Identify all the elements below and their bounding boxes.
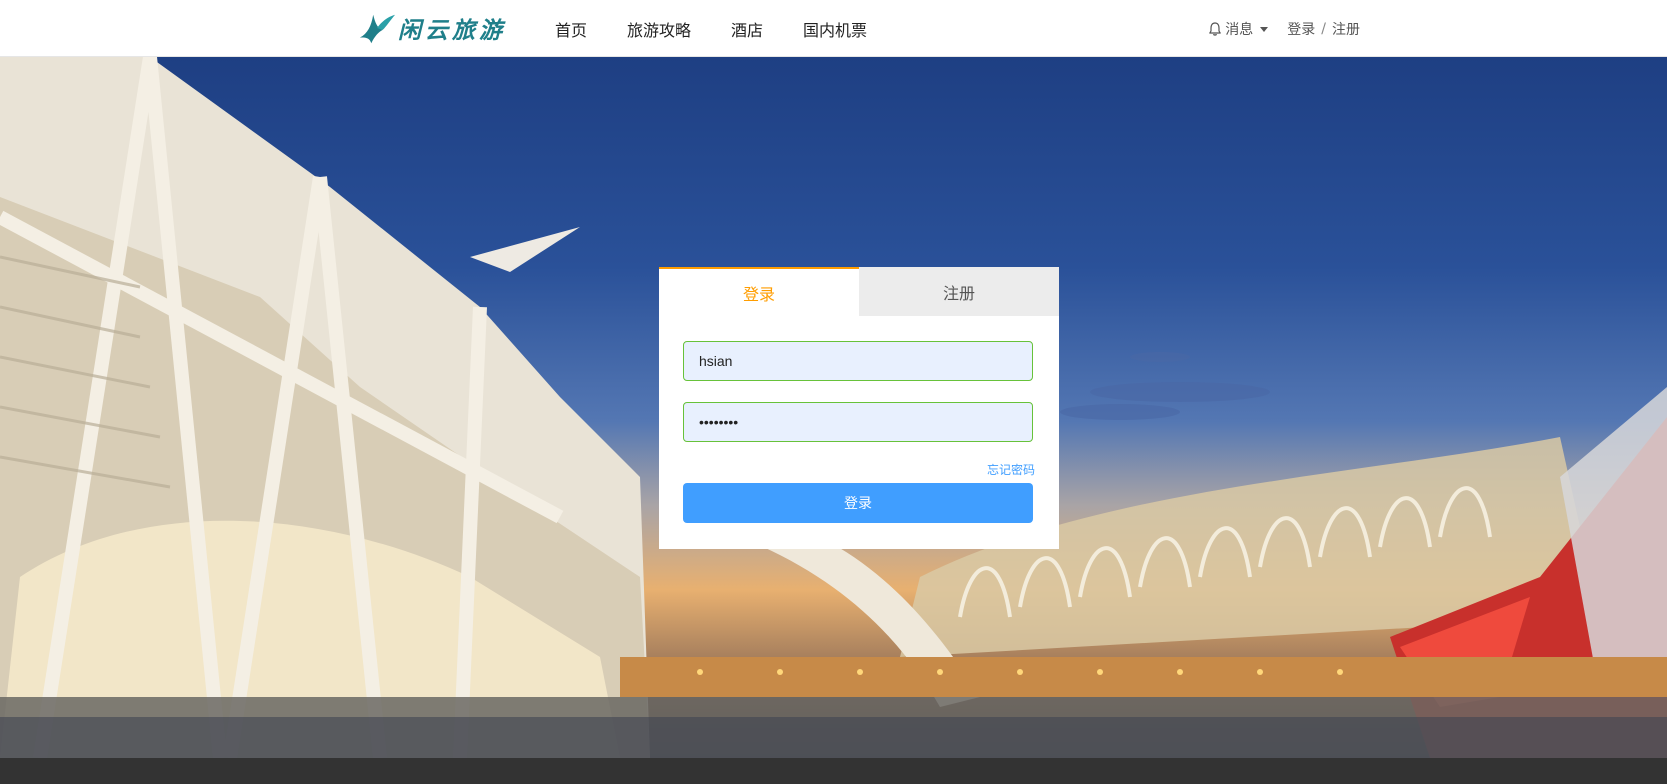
login-submit-button[interactable]: 登录 bbox=[683, 483, 1033, 523]
tab-register[interactable]: 注册 bbox=[859, 267, 1059, 316]
nav-item-home[interactable]: 首页 bbox=[555, 17, 587, 41]
caret-down-icon bbox=[1260, 26, 1269, 32]
tab-login[interactable]: 登录 bbox=[659, 267, 859, 316]
nav-item-domestic-flights[interactable]: 国内机票 bbox=[803, 17, 867, 41]
brand-logo[interactable]: 闲云旅游 bbox=[358, 8, 506, 48]
nav-item-travel-guides[interactable]: 旅游攻略 bbox=[627, 17, 691, 41]
forgot-password-link[interactable]: 忘记密码 bbox=[987, 461, 1035, 478]
auth-tabs: 登录 注册 bbox=[659, 267, 1059, 316]
nav-item-hotels[interactable]: 酒店 bbox=[731, 17, 763, 41]
brand-name: 闲云旅游 bbox=[398, 17, 506, 44]
messages-dropdown[interactable]: 消息 bbox=[1207, 19, 1269, 39]
login-card: 登录 注册 忘记密码 登录 bbox=[659, 267, 1059, 549]
footer-bar bbox=[0, 758, 1667, 784]
bird-logo-icon bbox=[359, 14, 396, 44]
header-user-area: 消息 登录 / 注册 bbox=[1207, 0, 1360, 57]
messages-label: 消息 bbox=[1225, 21, 1254, 38]
username-input[interactable] bbox=[683, 341, 1033, 381]
password-input[interactable] bbox=[683, 402, 1033, 442]
login-link[interactable]: 登录 bbox=[1287, 19, 1315, 39]
register-link[interactable]: 注册 bbox=[1332, 19, 1360, 39]
top-header: 闲云旅游 首页 旅游攻略 酒店 国内机票 消息 登录 / 注册 bbox=[0, 0, 1667, 57]
main-nav: 首页 旅游攻略 酒店 国内机票 bbox=[555, 0, 907, 57]
bell-icon bbox=[1209, 21, 1222, 36]
auth-separator: / bbox=[1321, 20, 1326, 37]
